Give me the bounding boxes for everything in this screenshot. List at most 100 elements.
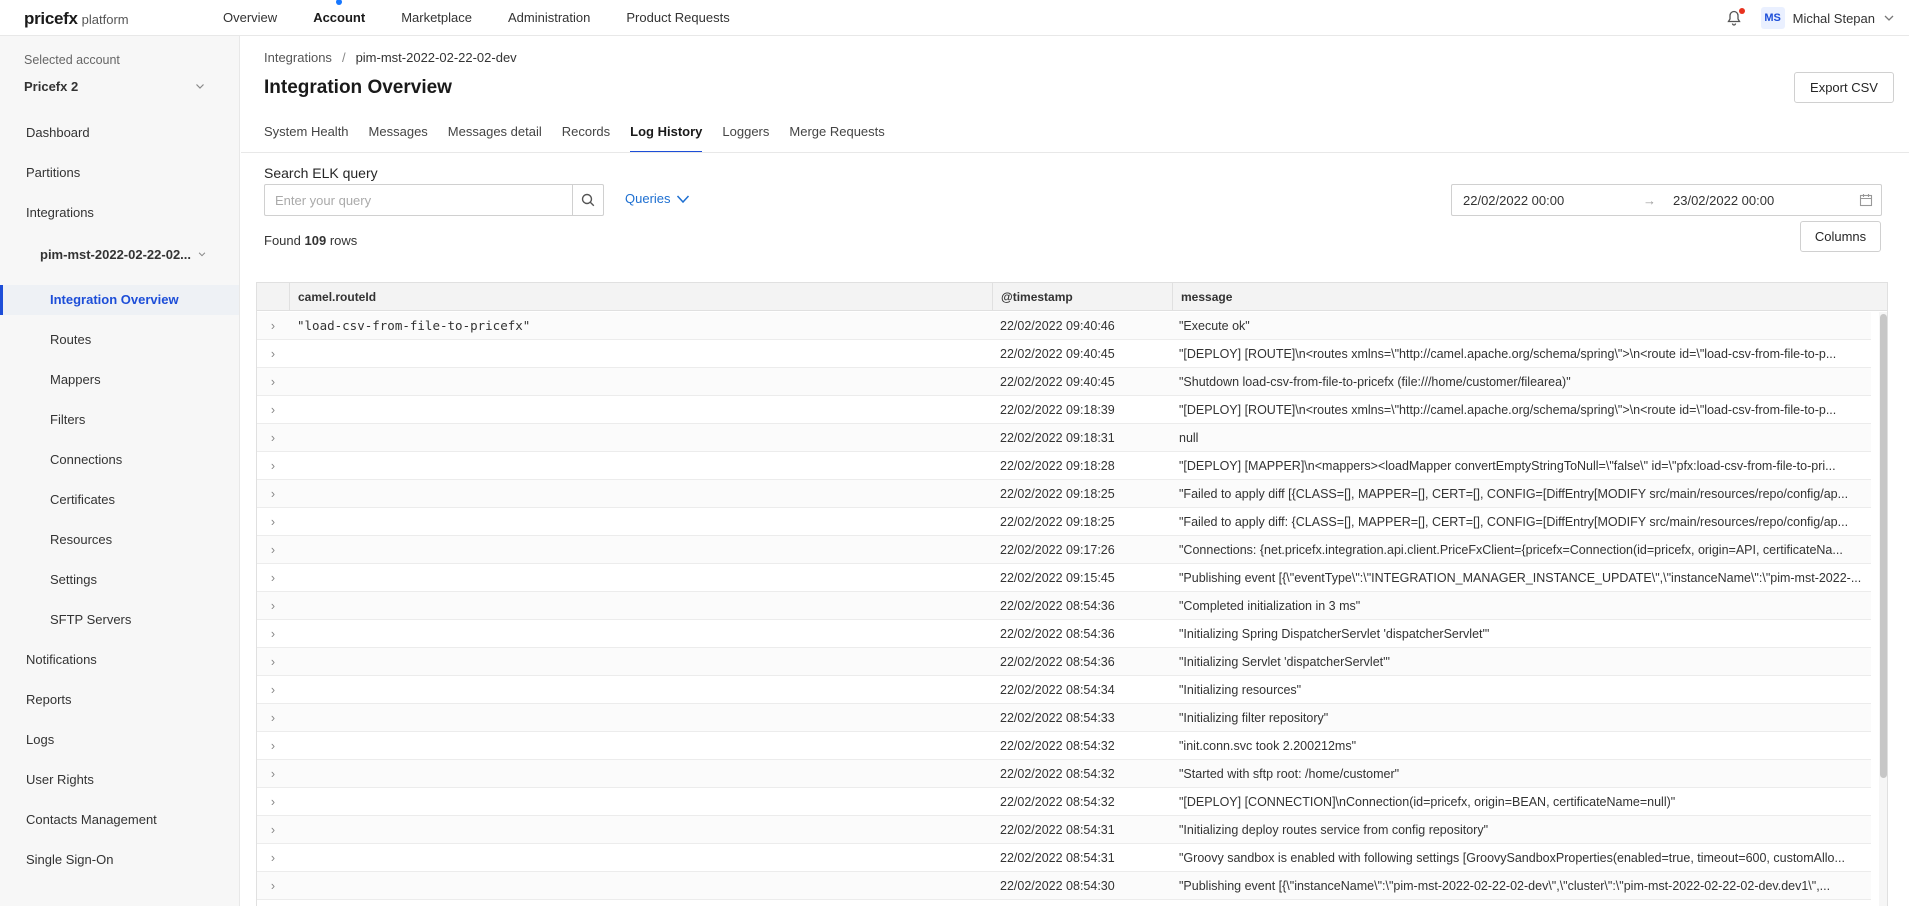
sidebar-item-single-sign-on[interactable]: Single Sign-On (0, 845, 239, 875)
columns-button[interactable]: Columns (1800, 221, 1881, 252)
table-row[interactable]: › 22/02/2022 08:54:32 "[DEPLOY] [CONNECTIO… (257, 788, 1871, 816)
cell-timestamp: 22/02/2022 08:54:36 (1000, 627, 1115, 641)
calendar-icon[interactable] (1859, 193, 1873, 207)
user-name[interactable]: Michal Stepan (1793, 11, 1875, 26)
sidebar-item-user-rights[interactable]: User Rights (0, 765, 239, 795)
expand-row-icon[interactable]: › (257, 480, 289, 508)
expand-row-icon[interactable]: › (257, 312, 289, 340)
table-row[interactable]: › 22/02/2022 08:54:31 "Initializing deploy… (257, 816, 1871, 844)
expand-row-icon[interactable]: › (257, 564, 289, 592)
expand-row-icon[interactable]: › (257, 788, 289, 816)
expand-row-icon[interactable]: › (257, 816, 289, 844)
nav-product-requests[interactable]: Product Requests (608, 0, 747, 36)
expand-row-icon[interactable]: › (257, 424, 289, 452)
expand-row-icon[interactable]: › (257, 760, 289, 788)
table-row[interactable]: › 22/02/2022 09:17:26 "Connections: {net.p… (257, 536, 1871, 564)
tab-system-health[interactable]: System Health (264, 124, 349, 153)
export-csv-button[interactable]: Export CSV (1794, 72, 1894, 103)
expand-row-icon[interactable]: › (257, 704, 289, 732)
tab-merge-requests[interactable]: Merge Requests (789, 124, 884, 153)
sidebar-item-partitions[interactable]: Partitions (0, 158, 239, 188)
tabs-divider (241, 152, 1909, 153)
tab-messages-detail[interactable]: Messages detail (448, 124, 542, 153)
table-row[interactable]: › 22/02/2022 09:18:31 null (257, 424, 1871, 452)
tab-messages[interactable]: Messages (369, 124, 428, 153)
sidebar-item-filters[interactable]: Filters (0, 405, 239, 435)
table-row[interactable]: › 22/02/2022 08:54:34 "Initializing resour… (257, 676, 1871, 704)
expand-row-icon[interactable]: › (257, 732, 289, 760)
cell-route-id (297, 872, 1017, 900)
table-row[interactable]: › 22/02/2022 08:54:32 "init.conn.svc took … (257, 732, 1871, 760)
column-header-route-id[interactable]: camel.routeId (289, 283, 992, 311)
avatar[interactable]: MS (1760, 7, 1785, 29)
table-row[interactable]: › 22/02/2022 09:18:28 "[DEPLOY] [MAPPER]\n… (257, 452, 1871, 480)
table-row[interactable]: › 22/02/2022 09:15:45 "Publishing event [{… (257, 564, 1871, 592)
expand-row-icon[interactable]: › (257, 592, 289, 620)
sidebar-item-integration-overview[interactable]: Integration Overview (0, 285, 239, 315)
sidebar-item-resources[interactable]: Resources (0, 525, 239, 555)
column-header-message[interactable]: message (1172, 283, 1887, 311)
tab-loggers[interactable]: Loggers (722, 124, 769, 153)
sidebar-item-connections[interactable]: Connections (0, 445, 239, 475)
expand-row-icon[interactable]: › (257, 452, 289, 480)
search-button[interactable] (572, 185, 603, 215)
sidebar-item-instance[interactable]: pim-mst-2022-02-22-02... (0, 240, 239, 270)
search-input[interactable] (265, 185, 572, 215)
table-scrollbar[interactable] (1879, 312, 1887, 906)
table-row[interactable]: › 22/02/2022 09:40:45 "[DEPLOY] [ROUTE]\n<… (257, 340, 1871, 368)
notifications-bell-icon[interactable] (1726, 8, 1745, 26)
table-row[interactable]: › 22/02/2022 08:54:32 "Started with sftp r… (257, 760, 1871, 788)
sidebar-item-logs[interactable]: Logs (0, 725, 239, 755)
date-range-picker[interactable]: 22/02/2022 00:00 → 23/02/2022 00:00 (1451, 184, 1882, 216)
queries-dropdown[interactable]: Queries (625, 191, 690, 206)
table-row[interactable]: › 22/02/2022 09:40:45 "Shutdown load-csv-f… (257, 368, 1871, 396)
sidebar-item-notifications[interactable]: Notifications (0, 645, 239, 675)
table-row[interactable]: › 22/02/2022 08:54:36 "Initializing Servle… (257, 648, 1871, 676)
expand-row-icon[interactable]: › (257, 620, 289, 648)
table-row[interactable]: › 22/02/2022 08:54:31 "Groovy sandbox is e… (257, 844, 1871, 872)
nav-marketplace[interactable]: Marketplace (383, 0, 490, 36)
expand-row-icon[interactable]: › (257, 872, 289, 900)
sidebar-item-certificates[interactable]: Certificates (0, 485, 239, 515)
table-row[interactable]: › 22/02/2022 09:18:25 "Failed to apply dif… (257, 480, 1871, 508)
expand-row-icon[interactable]: › (257, 648, 289, 676)
table-row[interactable]: › 22/02/2022 09:18:39 "[DEPLOY] [ROUTE]\n<… (257, 396, 1871, 424)
expand-row-icon[interactable]: › (257, 508, 289, 536)
tab-records[interactable]: Records (562, 124, 610, 153)
cell-route-id (297, 340, 1017, 368)
table-row[interactable]: › "load-csv-from-file-to-pricefx" 22/02/20… (257, 312, 1871, 340)
expand-row-icon[interactable]: › (257, 340, 289, 368)
sidebar-item-routes[interactable]: Routes (0, 325, 239, 355)
cell-route-id (297, 816, 1017, 844)
expand-row-icon[interactable]: › (257, 536, 289, 564)
pricefx-logo[interactable]: pricefx platform (24, 9, 129, 29)
expand-row-icon[interactable]: › (257, 676, 289, 704)
sidebar-item-contacts-management[interactable]: Contacts Management (0, 805, 239, 835)
tab-log-history[interactable]: Log History (630, 124, 703, 153)
chevron-down-icon[interactable] (1883, 12, 1895, 24)
scrollbar-thumb[interactable] (1880, 314, 1887, 778)
expand-row-icon[interactable]: › (257, 396, 289, 424)
date-to[interactable]: 23/02/2022 00:00 (1673, 193, 1853, 208)
sidebar-item-sftp-servers[interactable]: SFTP Servers (0, 605, 239, 635)
nav-overview[interactable]: Overview (205, 0, 295, 36)
table-row[interactable]: › 22/02/2022 08:54:36 "Completed initializ… (257, 592, 1871, 620)
breadcrumb-integrations[interactable]: Integrations (264, 50, 332, 65)
date-from[interactable]: 22/02/2022 00:00 (1463, 193, 1643, 208)
column-header-timestamp[interactable]: @timestamp (992, 283, 1172, 311)
sidebar-item-mappers[interactable]: Mappers (0, 365, 239, 395)
cell-timestamp: 22/02/2022 08:54:30 (1000, 879, 1115, 893)
nav-administration[interactable]: Administration (490, 0, 608, 36)
nav-account[interactable]: Account (295, 0, 383, 36)
sidebar-item-dashboard[interactable]: Dashboard (0, 118, 239, 148)
sidebar-item-reports[interactable]: Reports (0, 685, 239, 715)
table-row[interactable]: › 22/02/2022 08:54:33 "Initializing filter… (257, 704, 1871, 732)
table-row[interactable]: › 22/02/2022 08:54:36 "Initializing Spring… (257, 620, 1871, 648)
table-row[interactable]: › 22/02/2022 09:18:25 "Failed to apply dif… (257, 508, 1871, 536)
account-selector[interactable]: Pricefx 2 (24, 75, 206, 97)
sidebar-item-settings[interactable]: Settings (0, 565, 239, 595)
sidebar-item-integrations[interactable]: Integrations (0, 198, 239, 228)
expand-row-icon[interactable]: › (257, 368, 289, 396)
expand-row-icon[interactable]: › (257, 844, 289, 872)
table-row[interactable]: › 22/02/2022 08:54:30 "Publishing event [{… (257, 872, 1871, 900)
